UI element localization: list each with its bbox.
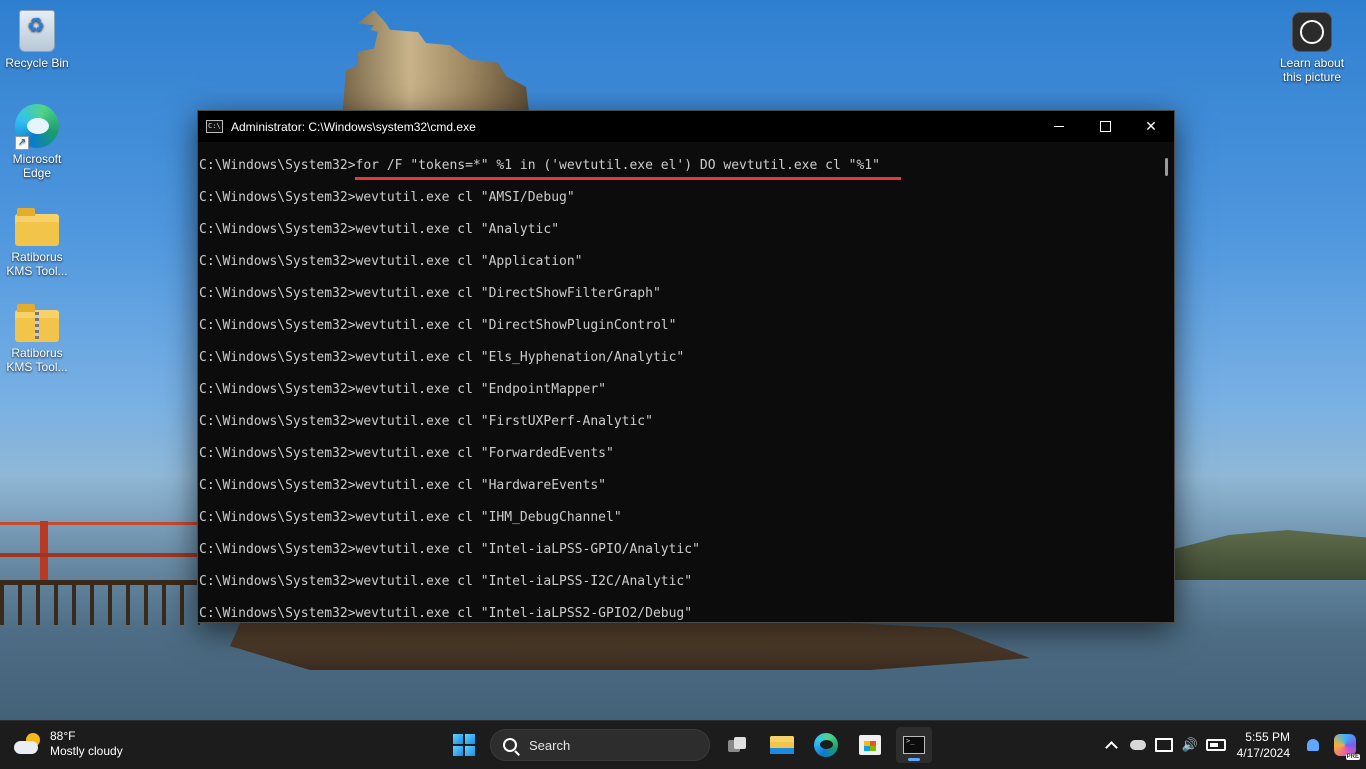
maximize-button[interactable] bbox=[1082, 111, 1128, 142]
task-view-icon bbox=[728, 737, 748, 753]
desktop-icon-label: Ratiborus KMS Tool... bbox=[6, 250, 68, 278]
console-output[interactable]: C:\Windows\System32>for /F "tokens=*" %1… bbox=[198, 142, 1158, 622]
zip-folder-icon bbox=[15, 304, 59, 342]
edge-taskbar-button[interactable] bbox=[808, 727, 844, 763]
network-icon bbox=[1154, 738, 1173, 752]
close-button[interactable]: ✕ bbox=[1128, 111, 1174, 142]
desktop-icon-label: Microsoft Edge bbox=[12, 152, 62, 180]
console-line: C:\Windows\System32>wevtutil.exe cl "Els… bbox=[199, 350, 685, 365]
console-line: C:\Windows\System32>wevtutil.exe cl "Dir… bbox=[199, 286, 661, 301]
title-bar[interactable]: C:\ Administrator: C:\Windows\system32\c… bbox=[198, 111, 1174, 142]
maximize-icon bbox=[1099, 121, 1111, 132]
window-title: Administrator: C:\Windows\system32\cmd.e… bbox=[231, 119, 476, 134]
task-view-button[interactable] bbox=[720, 727, 756, 763]
wallpaper-bridge bbox=[0, 521, 200, 585]
desktop-icon-recycle-bin[interactable]: Recycle Bin bbox=[0, 10, 74, 70]
clock-time: 5:55 PM bbox=[1245, 730, 1290, 744]
console-line: C:\Windows\System32>wevtutil.exe cl "Int… bbox=[199, 542, 700, 557]
cmd-icon: C:\ bbox=[206, 120, 223, 133]
console-line: C:\Windows\System32>wevtutil.exe cl "Har… bbox=[199, 478, 606, 493]
network-button[interactable] bbox=[1151, 721, 1177, 769]
console-line: C:\Windows\System32>wevtutil.exe cl "Fir… bbox=[199, 414, 653, 429]
console-line: C:\Windows\System32>wevtutil.exe cl "Int… bbox=[199, 606, 693, 621]
desktop-icon-label: Learn about this picture bbox=[1279, 56, 1345, 84]
desktop-icon-learn-about-picture[interactable]: Learn about this picture bbox=[1274, 12, 1350, 84]
wallpaper-hills bbox=[1170, 530, 1366, 580]
taskbar-search[interactable] bbox=[490, 729, 710, 761]
red-underline-annotation bbox=[355, 177, 901, 180]
desktop-icon-ratiborus-1[interactable]: Ratiborus KMS Tool... bbox=[0, 206, 74, 278]
copilot-button[interactable] bbox=[1334, 734, 1360, 760]
console-line-command: C:\Windows\System32>for /F "tokens=*" %1… bbox=[198, 158, 1158, 190]
chevron-up-icon bbox=[1105, 740, 1118, 754]
partly-cloudy-icon bbox=[14, 733, 42, 755]
search-icon bbox=[503, 738, 517, 752]
console-line: C:\Windows\System32>wevtutil.exe cl "AMS… bbox=[199, 190, 575, 205]
console-line-text: C:\Windows\System32>for /F "tokens=*" %1… bbox=[199, 158, 880, 173]
speaker-icon: 🔊 bbox=[1181, 737, 1198, 752]
desktop-icon-ratiborus-2[interactable]: Ratiborus KMS Tool... bbox=[0, 302, 74, 374]
taskbar: 88°F Mostly cloudy >_ 🔊 5:55 PM 4/17/202… bbox=[0, 720, 1366, 769]
folder-icon bbox=[15, 208, 59, 246]
onedrive-button[interactable] bbox=[1125, 721, 1151, 769]
console-line: C:\Windows\System32>wevtutil.exe cl "App… bbox=[199, 254, 583, 269]
scrollbar-thumb[interactable] bbox=[1165, 158, 1168, 176]
console-line: C:\Windows\System32>wevtutil.exe cl "For… bbox=[199, 446, 614, 461]
microsoft-store-icon bbox=[859, 735, 881, 755]
console-line: C:\Windows\System32>wevtutil.exe cl "Int… bbox=[199, 574, 693, 589]
camera-info-icon bbox=[1292, 12, 1332, 52]
clock[interactable]: 5:55 PM 4/17/2024 bbox=[1237, 729, 1290, 761]
cmd-taskbar-button[interactable]: >_ bbox=[896, 727, 932, 763]
system-tray: 🔊 5:55 PM 4/17/2024 bbox=[1099, 721, 1366, 769]
minimize-icon bbox=[1054, 126, 1064, 127]
edge-icon bbox=[814, 733, 838, 757]
wallpaper-pier bbox=[0, 580, 200, 625]
wallpaper-tower bbox=[342, 10, 530, 120]
console-line: C:\Windows\System32>wevtutil.exe cl "Ana… bbox=[199, 222, 560, 237]
windows-logo-icon bbox=[453, 734, 475, 756]
battery-icon bbox=[1205, 739, 1226, 751]
file-explorer-button[interactable] bbox=[764, 727, 800, 763]
cloud-icon bbox=[1129, 740, 1146, 750]
weather-widget[interactable]: 88°F Mostly cloudy bbox=[14, 729, 123, 759]
cmd-window[interactable]: C:\ Administrator: C:\Windows\system32\c… bbox=[197, 110, 1175, 623]
battery-button[interactable] bbox=[1203, 721, 1229, 769]
file-explorer-icon bbox=[770, 736, 794, 754]
volume-button[interactable]: 🔊 bbox=[1177, 721, 1203, 769]
show-hidden-icons-button[interactable] bbox=[1099, 721, 1125, 769]
edge-icon: ↗ bbox=[15, 104, 59, 150]
desktop-icon-microsoft-edge[interactable]: ↗ Microsoft Edge bbox=[0, 104, 74, 180]
bell-icon bbox=[1307, 739, 1319, 751]
recycle-bin-icon bbox=[19, 10, 55, 52]
store-button[interactable] bbox=[852, 727, 888, 763]
console-line: C:\Windows\System32>wevtutil.exe cl "End… bbox=[199, 382, 606, 397]
weather-temp: 88°F bbox=[50, 729, 76, 743]
desktop-icon-label: Ratiborus KMS Tool... bbox=[6, 346, 68, 374]
terminal-icon: >_ bbox=[903, 736, 925, 754]
search-input[interactable] bbox=[527, 736, 691, 754]
shortcut-arrow-icon: ↗ bbox=[15, 136, 29, 150]
start-button[interactable] bbox=[446, 727, 482, 763]
clock-date: 4/17/2024 bbox=[1236, 746, 1290, 760]
console-line: C:\Windows\System32>wevtutil.exe cl "IHM… bbox=[199, 510, 622, 525]
desktop-icon-label: Recycle Bin bbox=[5, 56, 69, 70]
console-scrollbar[interactable] bbox=[1158, 142, 1174, 622]
weather-condition: Mostly cloudy bbox=[50, 744, 123, 758]
close-icon: ✕ bbox=[1145, 118, 1157, 134]
minimize-button[interactable] bbox=[1036, 111, 1082, 142]
notifications-button[interactable] bbox=[1300, 721, 1326, 769]
console-line: C:\Windows\System32>wevtutil.exe cl "Dir… bbox=[199, 318, 677, 333]
